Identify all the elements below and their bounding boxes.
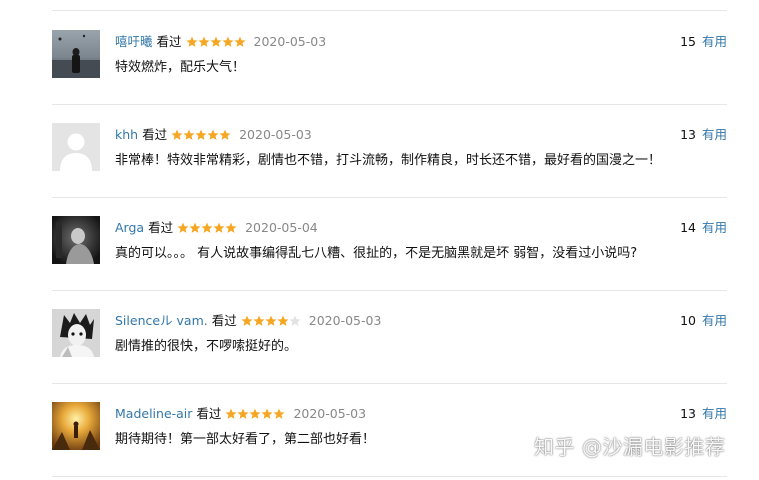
review-text: 剧情推的很快，不啰嗦挺好的。 [115, 339, 298, 354]
watermark-text: 知乎 @沙漏电影推荐 [534, 435, 726, 459]
avatar-golden-scene [52, 402, 100, 450]
review-text: 真的可以。。。 有人说故事编得乱七八糟、很扯的，不是无脑黑就是坏 弱智，没看过小… [115, 246, 638, 261]
star-filled-icon [234, 36, 246, 47]
user-avatar[interactable] [52, 30, 100, 78]
star-filled-icon [225, 222, 237, 233]
vote-area: 10 有用 [680, 312, 727, 330]
review-meta: 嘻吁曦 看过 2020-05-03 [115, 33, 326, 51]
star-filled-icon [265, 315, 277, 326]
comment-list: 嘻吁曦 看过 2020-05-03 特效燃炸，配乐大气！ 15 有用 khh 看过… [0, 0, 759, 480]
avatar-default-silhouette [52, 123, 100, 171]
star-filled-icon [273, 408, 285, 419]
review-item: 嘻吁曦 看过 2020-05-03 特效燃炸，配乐大气！ 15 有用 [52, 11, 727, 105]
vote-area: 13 有用 [680, 126, 727, 144]
review-date: 2020-05-03 [308, 313, 382, 328]
star-filled-icon [222, 36, 234, 47]
star-filled-icon [177, 222, 189, 233]
watch-status: 看过 [196, 406, 222, 421]
vote-area: 14 有用 [680, 219, 727, 237]
username-link[interactable]: khh [115, 126, 138, 144]
user-avatar[interactable] [52, 123, 100, 171]
vote-count: 10 [680, 313, 696, 328]
star-empty-icon [289, 315, 301, 326]
vote-count: 13 [680, 406, 696, 421]
star-filled-icon [249, 408, 261, 419]
vote-area: 13 有用 [680, 405, 727, 423]
review-text: 特效燃炸，配乐大气！ [115, 60, 246, 75]
star-filled-icon [213, 222, 225, 233]
star-filled-icon [207, 129, 219, 140]
review-meta: Arga 看过 2020-05-04 [115, 219, 318, 237]
star-filled-icon [277, 315, 289, 326]
review-date: 2020-05-03 [293, 406, 367, 421]
review-text: 期待期待！第一部太好看了，第二部也好看！ [115, 432, 376, 447]
rating-stars [241, 315, 301, 327]
avatar-anime-character [52, 309, 100, 357]
vote-count: 13 [680, 127, 696, 142]
review-meta: Madeline-air 看过 2020-05-03 [115, 405, 366, 423]
review-item: Madeline-air 看过 2020-05-03 期待期待！第一部太好看了，… [52, 383, 727, 477]
useful-button[interactable]: 有用 [702, 313, 727, 328]
useful-button[interactable]: 有用 [702, 406, 727, 421]
useful-button[interactable]: 有用 [702, 220, 727, 235]
star-filled-icon [241, 315, 253, 326]
review-item: Arga 看过 2020-05-04 真的可以。。。 有人说故事编得乱七八糟、很… [52, 197, 727, 291]
watch-status: 看过 [148, 220, 174, 235]
star-filled-icon [225, 408, 237, 419]
avatar-photo-dark-figure [52, 216, 100, 264]
rating-stars [171, 129, 231, 141]
user-avatar[interactable] [52, 216, 100, 264]
star-filled-icon [198, 36, 210, 47]
review-meta: Silenceル vam. 看过 2020-05-03 [115, 312, 381, 330]
star-filled-icon [195, 129, 207, 140]
useful-button[interactable]: 有用 [702, 127, 727, 142]
star-filled-icon [201, 222, 213, 233]
review-item: Silenceル vam. 看过 2020-05-03 剧情推的很快，不啰嗦挺好… [52, 290, 727, 384]
username-link[interactable]: Silenceル vam. [115, 312, 208, 330]
avatar-photo-person-lake [52, 30, 100, 78]
watch-status: 看过 [156, 34, 182, 49]
review-item: khh 看过 2020-05-03 非常棒！特效非常精彩，剧情也不错，打斗流畅，… [52, 104, 727, 198]
star-filled-icon [253, 315, 265, 326]
star-filled-icon [189, 222, 201, 233]
rating-stars [186, 36, 246, 48]
review-text: 非常棒！特效非常精彩，剧情也不错，打斗流畅，制作精良，时长还不错，最好看的国漫之… [115, 153, 662, 168]
vote-area: 15 有用 [680, 33, 727, 51]
review-date: 2020-05-04 [245, 220, 318, 235]
star-filled-icon [219, 129, 231, 140]
useful-button[interactable]: 有用 [702, 34, 727, 49]
star-filled-icon [237, 408, 249, 419]
user-avatar[interactable] [52, 402, 100, 450]
username-link[interactable]: Arga [115, 219, 144, 237]
username-link[interactable]: 嘻吁曦 [115, 33, 153, 51]
review-meta: khh 看过 2020-05-03 [115, 126, 312, 144]
username-link[interactable]: Madeline-air [115, 405, 192, 423]
user-avatar[interactable] [52, 309, 100, 357]
star-filled-icon [186, 36, 198, 47]
review-date: 2020-05-03 [239, 127, 312, 142]
rating-stars [225, 408, 285, 420]
review-date: 2020-05-03 [253, 34, 327, 49]
star-filled-icon [210, 36, 222, 47]
star-filled-icon [183, 129, 195, 140]
watch-status: 看过 [142, 127, 168, 142]
star-filled-icon [261, 408, 273, 419]
star-filled-icon [171, 129, 183, 140]
watch-status: 看过 [211, 313, 237, 328]
vote-count: 15 [680, 34, 696, 49]
rating-stars [177, 222, 237, 234]
vote-count: 14 [680, 220, 696, 235]
